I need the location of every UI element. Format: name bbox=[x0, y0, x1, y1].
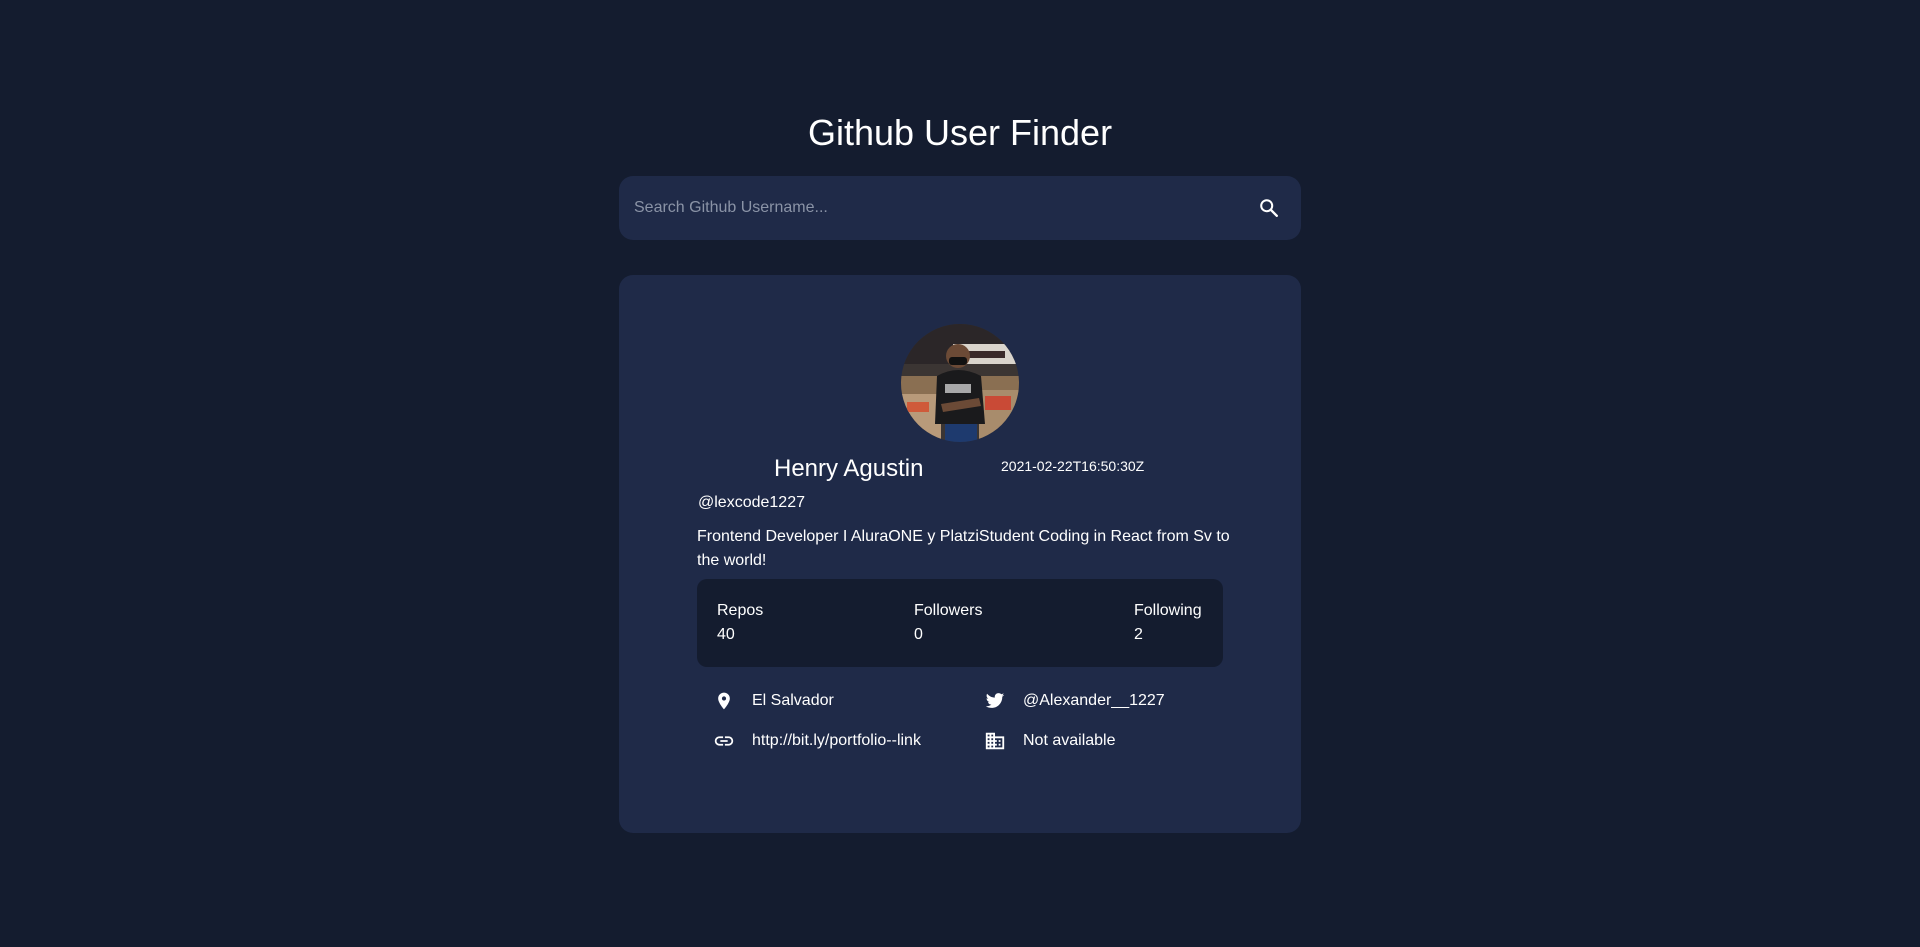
blog-text[interactable]: http://bit.ly/portfolio--link bbox=[752, 732, 921, 750]
twitter-icon bbox=[983, 689, 1007, 713]
location-text: El Salvador bbox=[752, 692, 834, 709]
stat-followers-label: Followers bbox=[914, 602, 983, 619]
company-building-icon bbox=[983, 729, 1007, 753]
stat-repos: Repos 40 bbox=[717, 599, 763, 647]
search-button[interactable] bbox=[1255, 194, 1283, 222]
stat-repos-value: 40 bbox=[717, 626, 735, 643]
stat-repos-label: Repos bbox=[717, 602, 764, 619]
search-bar bbox=[619, 176, 1301, 240]
search-icon bbox=[1260, 199, 1278, 217]
stat-followers-value: 0 bbox=[914, 626, 923, 643]
location-pin-icon bbox=[712, 689, 736, 713]
user-bio: Frontend Developer I AluraONE y PlatziSt… bbox=[697, 528, 1230, 569]
stat-followers: Followers 0 bbox=[914, 599, 982, 647]
company-text: Not available bbox=[1023, 732, 1116, 749]
avatar bbox=[901, 324, 1019, 442]
stat-following-label: Following bbox=[1134, 602, 1202, 619]
stat-following-value: 2 bbox=[1134, 626, 1143, 643]
blog-item[interactable]: http://bit.ly/portfolio--link bbox=[712, 729, 921, 753]
profile-card: Henry Agustin 2021-02-22T16:50:30Z @lexc… bbox=[619, 275, 1301, 833]
stat-following: Following 2 bbox=[1134, 599, 1202, 647]
twitter-text: @Alexander__1227 bbox=[1023, 692, 1165, 709]
joined-date: 2021-02-22T16:50:30Z bbox=[1001, 458, 1145, 474]
page-title: Github User Finder bbox=[807, 112, 1113, 153]
user-name: Henry Agustin bbox=[774, 455, 924, 482]
twitter-item[interactable]: @Alexander__1227 bbox=[983, 689, 1165, 713]
stats-panel: Repos 40 Followers 0 Following 2 bbox=[697, 579, 1223, 667]
location-item: El Salvador bbox=[712, 689, 834, 713]
user-login: @lexcode1227 bbox=[698, 494, 805, 511]
link-icon bbox=[712, 729, 736, 753]
company-item: Not available bbox=[983, 729, 1116, 753]
search-input[interactable] bbox=[634, 176, 1214, 240]
